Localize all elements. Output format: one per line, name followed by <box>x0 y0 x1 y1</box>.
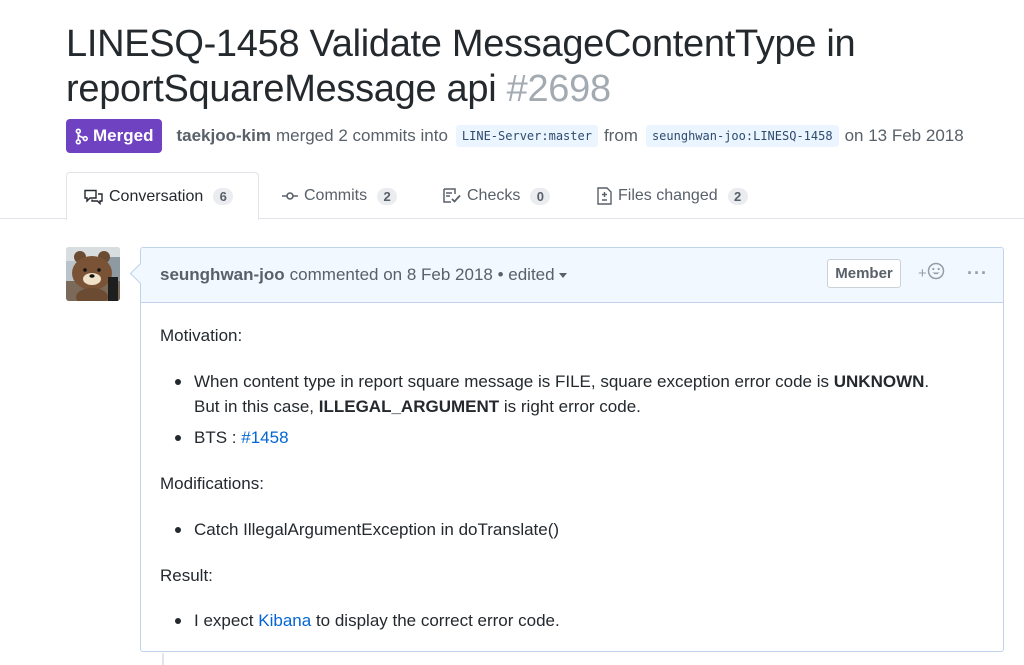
motivation-list: When content type in report square messa… <box>160 369 990 450</box>
chevron-down-icon[interactable] <box>558 272 567 278</box>
text: . <box>924 372 930 391</box>
tab-files-changed[interactable]: Files changed 2 <box>597 172 748 220</box>
tab-label: Conversation <box>109 187 204 205</box>
text: is right error code. <box>503 397 641 416</box>
tab-counter: 0 <box>530 187 551 205</box>
tab-commits[interactable]: Commits 2 <box>282 172 398 220</box>
smiley-icon <box>927 262 945 284</box>
from-text: from <box>603 126 638 145</box>
comment-author-link[interactable]: seunghwan-joo <box>160 265 285 285</box>
tab-label: Commits <box>304 187 368 204</box>
git-merge-icon <box>75 127 88 145</box>
list-item: BTS : #1458 <box>160 425 990 450</box>
comment-box: seunghwan-joo commented on 8 Feb 2018 • … <box>140 247 1004 652</box>
more-options-button[interactable]: ··· <box>967 263 988 284</box>
pr-title: LINESQ-1458 Validate MessageContentType … <box>66 22 1006 112</box>
text: When content type in report square messa… <box>194 372 829 391</box>
bold-text: ILLEGAL_ARGUMENT <box>318 397 500 416</box>
modifications-list: Catch IllegalArgumentException in doTran… <box>160 517 990 542</box>
checklist-icon <box>443 188 461 204</box>
pr-meta: Merged taekjoo-kim merged 2 commits into… <box>66 119 964 153</box>
bold-text: UNKNOWN <box>833 372 925 391</box>
state-badge: Merged <box>66 119 163 153</box>
list-item: Catch IllegalArgumentException in doTran… <box>160 517 990 542</box>
tab-counter: 2 <box>377 187 398 205</box>
text: I expect <box>194 611 254 630</box>
reaction-plus: + <box>918 264 927 282</box>
base-branch[interactable]: LINE-Server:master <box>455 125 598 147</box>
timeline-line <box>162 653 164 665</box>
pr-title-text: LINESQ-1458 Validate MessageContentType … <box>66 23 856 110</box>
modifications-heading: Modifications: <box>160 474 264 493</box>
state-badge-label: Merged <box>93 126 154 145</box>
result-list: I expect Kibana to display the correct e… <box>160 608 990 633</box>
list-item: I expect Kibana to display the correct e… <box>160 608 990 633</box>
kibana-link[interactable]: Kibana <box>258 611 311 630</box>
pr-number: #2698 <box>506 68 611 110</box>
text: BTS : <box>194 428 237 447</box>
tab-counter: 2 <box>727 187 748 205</box>
comment-header: seunghwan-joo commented on 8 Feb 2018 • … <box>141 248 1003 303</box>
tab-checks[interactable]: Checks 0 <box>443 172 551 220</box>
motivation-heading: Motivation: <box>160 326 243 345</box>
avatar[interactable] <box>66 247 120 301</box>
result-heading: Result: <box>160 566 213 585</box>
text: But in this case, <box>194 397 315 416</box>
tab-label: Files changed <box>618 187 718 204</box>
tab-conversation[interactable]: Conversation 6 <box>66 172 259 220</box>
issue-link[interactable]: #1458 <box>241 428 288 447</box>
member-badge: Member <box>827 259 901 288</box>
head-branch[interactable]: seunghwan-joo:LINESQ-1458 <box>645 125 839 147</box>
file-diff-icon <box>597 187 612 205</box>
text: to display the correct error code. <box>315 611 560 630</box>
list-item: When content type in report square messa… <box>160 369 990 419</box>
git-commit-icon <box>282 190 298 202</box>
comment-discussion-icon <box>84 189 103 205</box>
comment-body: Motivation: When content type in report … <box>141 303 1003 630</box>
tab-label: Checks <box>467 187 521 204</box>
tab-counter: 6 <box>213 188 234 205</box>
merge-date: on 13 Feb 2018 <box>844 126 964 145</box>
merger-link[interactable]: taekjoo-kim <box>176 126 270 146</box>
add-reaction-button[interactable]: + <box>918 262 945 284</box>
comment-meta[interactable]: commented on 8 Feb 2018 • edited <box>290 265 555 285</box>
pr-tabs: Conversation 6 Commits 2 Checks 0 Files … <box>0 172 1024 220</box>
merge-text: merged 2 commits into <box>275 126 448 145</box>
